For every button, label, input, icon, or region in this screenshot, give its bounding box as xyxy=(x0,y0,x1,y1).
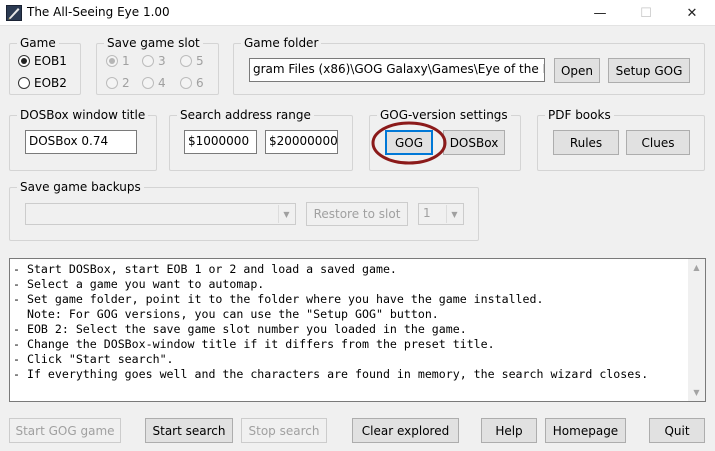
clues-pdf-button[interactable]: Clues xyxy=(626,130,690,155)
game-group-label: Game xyxy=(17,35,59,51)
restore-slot-select[interactable]: 1 ▼ xyxy=(418,203,464,225)
open-folder-button[interactable]: Open xyxy=(554,58,600,83)
radio-dot xyxy=(142,55,154,67)
clear-explored-button[interactable]: Clear explored xyxy=(352,418,459,443)
highlight-circle-annotation xyxy=(371,121,447,165)
close-button[interactable]: ✕ xyxy=(669,0,715,26)
instruction-line: - Start DOSBox, start EOB 1 or 2 and loa… xyxy=(13,262,397,276)
radio-dot xyxy=(18,55,30,67)
scroll-up-icon[interactable]: ▲ xyxy=(688,259,705,276)
maximize-button[interactable]: ☐ xyxy=(623,0,669,26)
chevron-down-icon: ▼ xyxy=(446,205,462,223)
restore-slot-value: 1 xyxy=(423,206,431,220)
setup-gog-button[interactable]: Setup GOG xyxy=(608,58,690,83)
radio-slot-5-label: 5 xyxy=(196,54,204,68)
homepage-button[interactable]: Homepage xyxy=(545,418,626,443)
radio-dot xyxy=(180,77,192,89)
help-button[interactable]: Help xyxy=(481,418,537,443)
instruction-line: - If everything goes well and the charac… xyxy=(13,367,649,381)
window-title: The All-Seeing Eye 1.00 xyxy=(27,5,170,19)
radio-dot xyxy=(106,77,118,89)
vertical-scrollbar[interactable]: ▲ ▼ xyxy=(688,259,705,401)
game-folder-group-label: Game folder xyxy=(241,35,322,51)
minimize-button[interactable]: — xyxy=(577,0,623,26)
radio-slot-3-label: 3 xyxy=(158,54,166,68)
radio-eob2-label: EOB2 xyxy=(34,76,67,90)
radio-eob2[interactable]: EOB2 xyxy=(18,76,67,90)
title-bar: The All-Seeing Eye 1.00 — ☐ ✕ xyxy=(0,0,715,26)
instructions-textarea[interactable]: - Start DOSBox, start EOB 1 or 2 and loa… xyxy=(9,258,706,402)
radio-dot xyxy=(106,55,118,67)
save-backups-group-label: Save game backups xyxy=(17,179,144,195)
backup-select[interactable]: ▼ xyxy=(25,203,296,225)
stop-search-button[interactable]: Stop search xyxy=(241,418,327,443)
radio-eob1-label: EOB1 xyxy=(34,54,67,68)
dosbox-setting-button[interactable]: DOSBox xyxy=(443,130,505,155)
radio-dot xyxy=(18,77,30,89)
radio-slot-6[interactable]: 6 xyxy=(180,76,204,90)
dosbox-title-input[interactable]: DOSBox 0.74 xyxy=(25,130,137,154)
dosbox-title-group-label: DOSBox window title xyxy=(17,107,149,123)
instruction-line: - Select a game you want to automap. xyxy=(13,277,265,291)
save-slot-group-label: Save game slot xyxy=(104,35,203,51)
scroll-down-icon[interactable]: ▼ xyxy=(688,384,705,401)
instruction-line: - Set game folder, point it to the folde… xyxy=(13,292,544,306)
address-end-input[interactable]: $20000000 xyxy=(265,130,338,154)
radio-slot-4[interactable]: 4 xyxy=(142,76,166,90)
instruction-line: Note: For GOG versions, you can use the … xyxy=(13,307,439,321)
radio-dot xyxy=(142,77,154,89)
pdf-books-group-label: PDF books xyxy=(545,107,614,123)
address-range-group-label: Search address range xyxy=(177,107,314,123)
start-search-button[interactable]: Start search xyxy=(145,418,233,443)
instructions-text: - Start DOSBox, start EOB 1 or 2 and loa… xyxy=(13,262,648,382)
radio-slot-1[interactable]: 1 xyxy=(106,54,130,68)
instruction-line: - Change the DOSBox-window title if it d… xyxy=(13,337,495,351)
instruction-line: - Click "Start search". xyxy=(13,352,174,366)
radio-slot-3[interactable]: 3 xyxy=(142,54,166,68)
start-gog-game-button[interactable]: Start GOG game xyxy=(9,418,121,443)
radio-slot-2[interactable]: 2 xyxy=(106,76,130,90)
chevron-down-icon: ▼ xyxy=(278,205,294,223)
game-folder-input[interactable]: gram Files (x86)\GOG Galaxy\Games\Eye of… xyxy=(249,58,545,82)
instruction-line: - EOB 2: Select the save game slot numbe… xyxy=(13,322,467,336)
restore-to-slot-button[interactable]: Restore to slot xyxy=(306,202,408,226)
radio-dot xyxy=(180,55,192,67)
app-icon xyxy=(6,5,22,21)
radio-slot-1-label: 1 xyxy=(122,54,130,68)
radio-slot-6-label: 6 xyxy=(196,76,204,90)
rules-pdf-button[interactable]: Rules xyxy=(553,130,619,155)
radio-eob1[interactable]: EOB1 xyxy=(18,54,67,68)
radio-slot-4-label: 4 xyxy=(158,76,166,90)
radio-slot-5[interactable]: 5 xyxy=(180,54,204,68)
quit-button[interactable]: Quit xyxy=(649,418,705,443)
radio-slot-2-label: 2 xyxy=(122,76,130,90)
address-start-input[interactable]: $1000000 xyxy=(184,130,257,154)
